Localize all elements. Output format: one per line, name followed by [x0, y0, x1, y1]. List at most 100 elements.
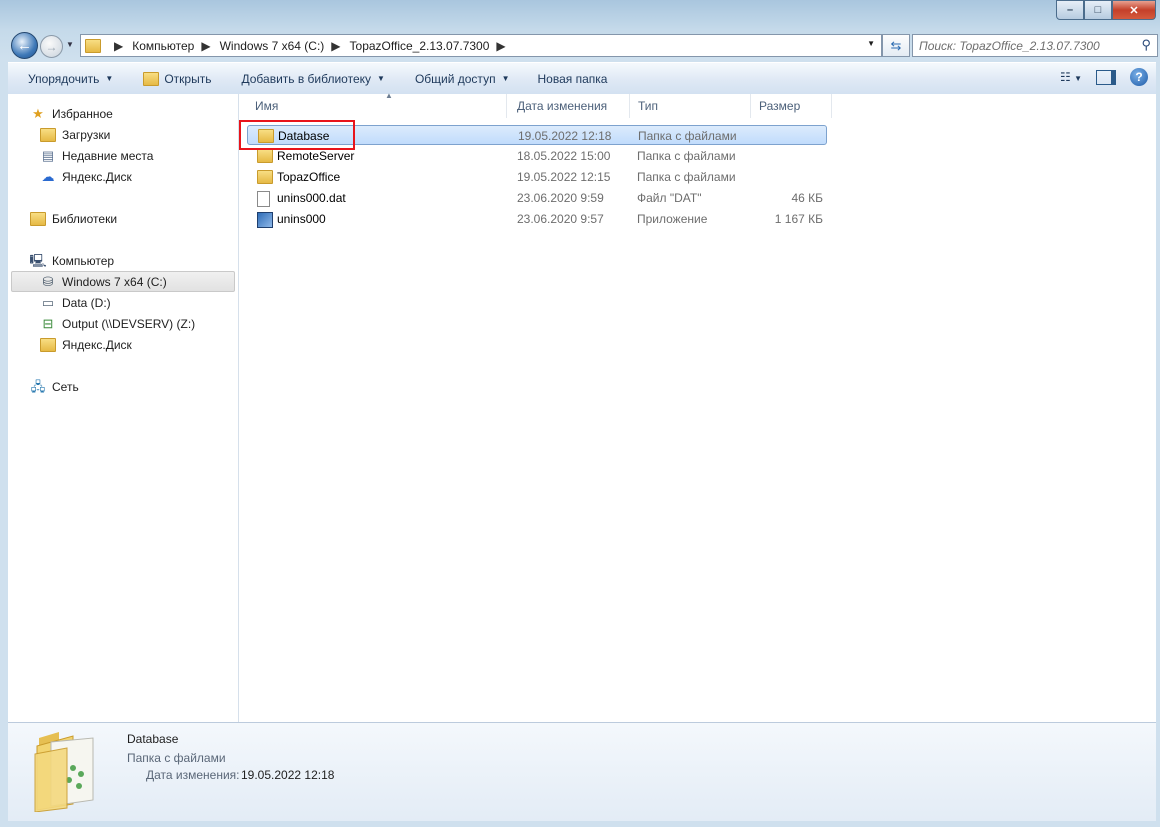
chevron-down-icon: ▼	[501, 74, 510, 83]
column-name[interactable]: Имя ▲	[247, 91, 507, 118]
refresh-icon: ⇆	[890, 37, 902, 53]
column-date[interactable]: Дата изменения	[509, 94, 630, 118]
details-pane: Database Папка с файлами Дата изменения:…	[8, 722, 1156, 821]
file-row-topazoffice[interactable]: TopazOffice 19.05.2022 12:15 Папка с фай…	[247, 167, 827, 187]
file-row-unins-exe[interactable]: unins000 23.06.2020 9:57 Приложение 1 16…	[247, 209, 827, 229]
organize-label: Упорядочить	[28, 71, 100, 86]
details-date-value: 19.05.2022 12:18	[241, 768, 335, 782]
column-size[interactable]: Размер	[751, 94, 832, 118]
breadcrumb-computer[interactable]: Компьютер	[132, 39, 194, 53]
nav-drive-z[interactable]: ⊟ Output (\\DEVSERV) (Z:)	[40, 313, 196, 334]
folder-icon	[257, 170, 273, 184]
folder-icon	[257, 149, 273, 163]
share-button[interactable]: Общий доступ ▼	[395, 67, 520, 91]
toolbar-right: ☷ ▼ ?	[1060, 68, 1148, 86]
nav-downloads[interactable]: Загрузки	[40, 124, 110, 145]
nav-drive-z-label: Output (\\DEVSERV) (Z:)	[62, 316, 196, 331]
file-name: TopazOffice	[277, 170, 341, 184]
share-label: Общий доступ	[414, 71, 496, 86]
command-bar: Упорядочить ▼ Открыть Добавить в библиоте…	[8, 62, 1156, 95]
nav-network-label: Сеть	[52, 379, 79, 394]
nav-libraries[interactable]: Библиотеки	[30, 208, 117, 229]
file-name: RemoteServer	[277, 149, 355, 163]
file-icon	[257, 191, 270, 207]
nav-network[interactable]: 🖧 Сеть	[30, 376, 79, 397]
yandex-disk-icon: ☁	[41, 168, 55, 184]
address-bar[interactable]: ▶ Компьютер ▶ Windows 7 x64 (C:) ▶ Topaz…	[80, 34, 882, 57]
forward-button[interactable]: →	[40, 35, 63, 58]
nav-drive-c[interactable]: ⛁ Windows 7 x64 (C:)	[11, 271, 235, 292]
address-row: ← → ▼ ▶ Компьютер ▶ Windows 7 x64 (C:) ▶…	[8, 31, 1158, 59]
maximize-button[interactable]: □	[1084, 0, 1112, 20]
yandex-folder-icon	[40, 337, 56, 353]
file-type: Файл "DAT"	[637, 191, 702, 205]
nav-drive-d-label: Data (D:)	[62, 295, 111, 310]
search-input[interactable]	[913, 37, 1131, 54]
column-type-label: Тип	[638, 99, 659, 113]
chevron-right-icon[interactable]: ▶	[110, 39, 129, 53]
search-icon[interactable]: ⚲	[1141, 37, 1151, 53]
open-folder-icon	[143, 71, 160, 86]
window-controls: – □ ✕	[1056, 0, 1156, 20]
add-library-label: Добавить в библиотеку	[241, 71, 372, 86]
file-date: 19.05.2022 12:18	[518, 129, 612, 143]
view-options-icon[interactable]: ☷ ▼	[1060, 70, 1082, 84]
history-dropdown-icon[interactable]: ▼	[66, 40, 74, 49]
nav-yandex-label: Яндекс.Диск	[62, 169, 132, 184]
sort-ascending-icon: ▲	[385, 91, 393, 100]
forward-arrow-icon: →	[45, 39, 58, 54]
file-size: 46 КБ	[791, 191, 823, 205]
folder-icon	[85, 38, 101, 53]
preview-pane-icon[interactable]	[1096, 69, 1116, 85]
file-list: Имя ▲ Дата изменения Тип Размер Database…	[239, 91, 1156, 722]
nav-drive-c-label: Windows 7 x64 (C:)	[62, 274, 167, 289]
details-name: Database	[127, 732, 179, 746]
chevron-down-icon: ▼	[377, 74, 385, 83]
minimize-button[interactable]: –	[1056, 0, 1084, 20]
file-name: unins000.dat	[277, 191, 346, 205]
explorer-window: – □ ✕ ← → ▼ ▶ Компьютер ▶ Windows 7 x64 …	[0, 0, 1160, 827]
file-row-unins-dat[interactable]: unins000.dat 23.06.2020 9:59 Файл "DAT" …	[247, 188, 827, 208]
close-button[interactable]: ✕	[1112, 0, 1156, 20]
refresh-button[interactable]: ⇆	[882, 34, 910, 57]
nav-yandex2-label: Яндекс.Диск	[62, 337, 132, 352]
nav-recent[interactable]: ▤ Недавние места	[40, 145, 154, 166]
drive-icon: ▭	[41, 294, 55, 310]
breadcrumb-drive-c[interactable]: Windows 7 x64 (C:)	[220, 39, 325, 53]
computer-icon: 🖳	[29, 252, 47, 268]
file-type: Папка с файлами	[637, 170, 736, 184]
breadcrumb-topaz[interactable]: TopazOffice_2.13.07.7300	[350, 39, 490, 53]
column-size-label: Размер	[759, 99, 801, 113]
nav-drive-d[interactable]: ▭ Data (D:)	[40, 292, 111, 313]
nav-favorites[interactable]: ★ Избранное	[30, 103, 113, 124]
file-name: unins000	[277, 212, 326, 226]
nav-computer[interactable]: 🖳 Компьютер	[29, 250, 115, 271]
nav-yandex-disk-2[interactable]: Яндекс.Диск	[40, 334, 132, 355]
chevron-right-icon[interactable]: ▶	[197, 39, 216, 53]
search-box[interactable]: ⚲	[912, 34, 1158, 57]
address-dropdown-icon[interactable]: ▼	[867, 39, 875, 48]
chevron-right-icon[interactable]: ▶	[492, 39, 511, 53]
file-size: 1 167 КБ	[774, 212, 823, 226]
new-folder-button[interactable]: Новая папка	[519, 67, 617, 91]
nav-computer-label: Компьютер	[52, 253, 115, 268]
help-icon[interactable]: ?	[1130, 68, 1148, 86]
file-type: Папка с файлами	[637, 149, 736, 163]
chevron-down-icon: ▼	[105, 74, 114, 83]
back-button[interactable]: ←	[11, 32, 38, 59]
details-type: Папка с файлами	[127, 751, 226, 765]
libraries-icon	[30, 211, 46, 227]
file-type: Папка с файлами	[638, 129, 737, 143]
add-to-library-button[interactable]: Добавить в библиотеку ▼	[221, 67, 394, 91]
open-label: Открыть	[164, 71, 212, 86]
open-button[interactable]: Открыть	[123, 67, 221, 91]
nav-yandex-disk[interactable]: ☁ Яндекс.Диск	[40, 166, 132, 187]
system-drive-icon: ⛁	[42, 273, 54, 289]
column-type[interactable]: Тип	[630, 94, 751, 118]
chevron-right-icon[interactable]: ▶	[327, 39, 346, 53]
file-date: 23.06.2020 9:57	[517, 212, 604, 226]
column-date-label: Дата изменения	[517, 99, 608, 113]
organize-button[interactable]: Упорядочить ▼	[8, 67, 123, 91]
nav-libraries-label: Библиотеки	[52, 211, 118, 226]
network-drive-icon: ⊟	[42, 315, 54, 331]
